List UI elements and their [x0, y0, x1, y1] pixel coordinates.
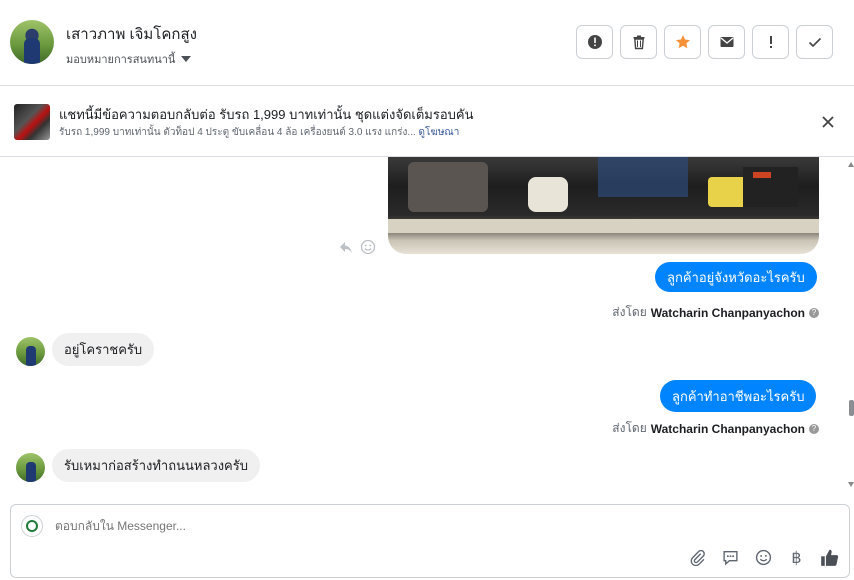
payment-button[interactable]: ฿ — [787, 548, 806, 567]
conversation-header: เสาวภาพ เจิมโคกสูง มอบหมายการสนทนานี้ — [0, 0, 854, 86]
sent-by-prefix: ส่งโดย — [612, 421, 647, 435]
ad-context-banner: แชทนี้มีข้อความตอบกลับต่อ รับรถ 1,999 บา… — [0, 87, 854, 157]
page-avatar — [21, 515, 43, 537]
scrollbar-thumb[interactable] — [849, 400, 854, 416]
contact-avatar-small[interactable] — [16, 337, 45, 366]
emoji-button[interactable] — [754, 548, 773, 567]
delete-button[interactable] — [620, 25, 657, 59]
sender-name: Watcharin Chanpanyachon — [650, 305, 805, 320]
thumbs-up-icon — [821, 549, 839, 566]
caret-down-icon — [181, 56, 192, 62]
message-incoming[interactable]: รับเหมาก่อสร้างทำถนนหลวงครับ — [52, 449, 260, 482]
composer-toolbar: ฿ — [688, 548, 839, 567]
header-actions — [576, 25, 833, 59]
like-button[interactable] — [820, 548, 839, 567]
help-icon[interactable]: ? — [809, 307, 819, 318]
sender-name: Watcharin Chanpanyachon — [650, 421, 805, 436]
paperclip-icon — [690, 549, 705, 566]
mark-important-button[interactable] — [576, 25, 613, 59]
reply-input[interactable] — [55, 519, 655, 533]
trash-icon — [633, 35, 644, 50]
star-button[interactable] — [664, 25, 701, 59]
contact-name[interactable]: เสาวภาพ เจิมโคกสูง — [66, 22, 197, 46]
sent-by-label: ส่งโดย Watcharin Chanpanyachon ? — [612, 419, 819, 438]
smile-icon — [755, 549, 772, 566]
saved-replies-button[interactable] — [721, 548, 740, 567]
envelope-icon — [720, 37, 733, 47]
alert-circle-icon — [587, 35, 602, 49]
ad-thumbnail[interactable] — [14, 104, 50, 140]
close-ad-banner-button[interactable] — [818, 112, 838, 132]
mark-done-button[interactable] — [796, 25, 833, 59]
shared-photo[interactable] — [388, 157, 819, 254]
close-icon — [822, 116, 834, 128]
assign-conversation-dropdown[interactable]: มอบหมายการสนทนานี้ — [66, 50, 192, 68]
mark-spam-button[interactable] — [752, 25, 789, 59]
exclamation-icon — [769, 36, 772, 48]
ad-title: แชทนี้มีข้อความตอบกลับต่อ รับรถ 1,999 บา… — [59, 107, 474, 122]
star-icon — [675, 35, 690, 49]
check-icon — [808, 37, 821, 48]
attach-button[interactable] — [688, 548, 707, 567]
message-outgoing[interactable]: ลูกค้าอยู่จังหวัดอะไรครับ — [655, 262, 817, 292]
email-button[interactable] — [708, 25, 745, 59]
help-icon[interactable]: ? — [809, 423, 819, 434]
sent-by-prefix: ส่งโดย — [612, 305, 647, 319]
message-incoming[interactable]: อยู่โคราชครับ — [52, 333, 155, 366]
ad-subtitle-text: รับรถ 1,999 บาทเท่านั้น ตัวท็อป 4 ประตู … — [59, 127, 416, 138]
scroll-down-arrow[interactable] — [848, 482, 854, 487]
scroll-up-arrow[interactable] — [848, 162, 854, 167]
view-ad-link[interactable]: ดูโฆษณา — [419, 127, 460, 138]
reply-composer: ฿ — [10, 504, 850, 578]
assign-label: มอบหมายการสนทนานี้ — [66, 54, 176, 66]
sent-by-label: ส่งโดย Watcharin Chanpanyachon ? — [612, 303, 819, 322]
baht-icon: ฿ — [791, 549, 802, 567]
chat-bubble-icon — [723, 550, 738, 566]
ad-subtitle: รับรถ 1,999 บาทเท่านั้น ตัวท็อป 4 ประตู … — [59, 125, 459, 140]
contact-avatar[interactable] — [10, 20, 54, 64]
contact-avatar-small[interactable] — [16, 453, 45, 482]
react-emoji-icon[interactable] — [360, 239, 376, 255]
message-outgoing[interactable]: ลูกค้าทำอาชีพอะไรครับ — [660, 380, 817, 412]
reply-icon[interactable] — [338, 239, 354, 255]
